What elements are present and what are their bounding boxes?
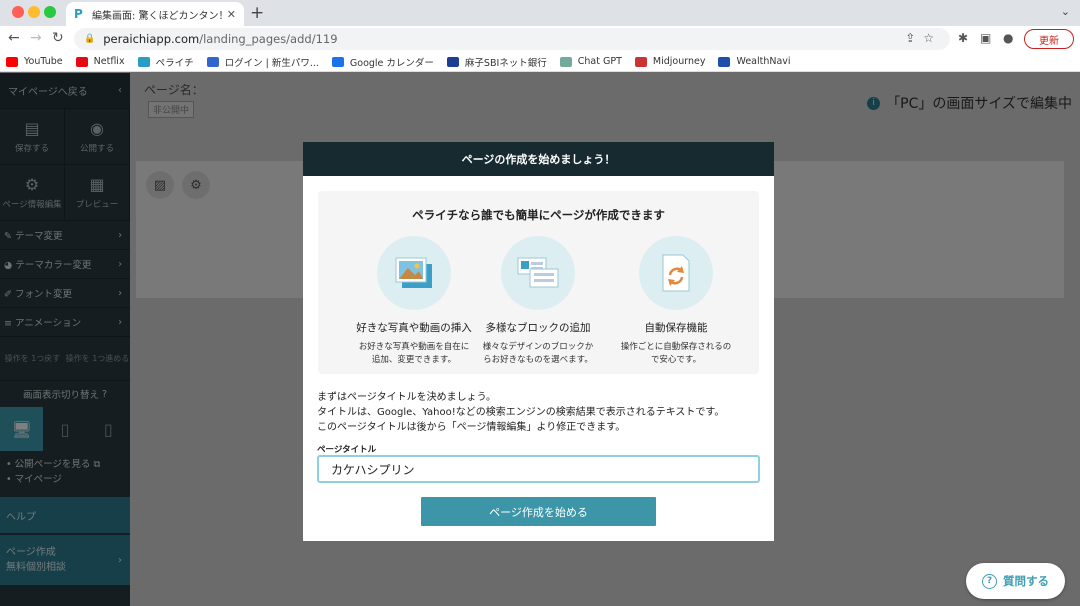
bookmark-item[interactable]: Google カレンダー <box>331 55 434 69</box>
tab-title: 編集画面: 驚くほどカンタン！無料 <box>92 10 223 22</box>
bookmark-label: Midjourney <box>652 56 706 67</box>
bookmark-item[interactable]: YouTube <box>6 56 63 67</box>
back-arrow-icon[interactable]: ← <box>8 30 20 46</box>
ask-question-button[interactable]: ? 質問する <box>966 563 1065 599</box>
start-creating-button[interactable]: ページ作成を始める <box>421 497 656 526</box>
bookmark-item[interactable]: Netflix <box>75 56 125 67</box>
browser-tab[interactable]: P 編集画面: 驚くほどカンタン！無料 ✕ <box>66 2 244 26</box>
bookmark-label: WealthNavi <box>736 56 791 67</box>
modal-header: ページの作成を始めましょう！ <box>303 142 774 176</box>
feature-desc-line1: 様々なデザインのブロックか <box>482 342 594 352</box>
feature-desc-line1: お好きな写真や動画を自在に <box>358 342 470 352</box>
reload-icon[interactable]: ↻ <box>52 30 64 46</box>
feature-desc-line2: で安心です。 <box>650 355 702 365</box>
autosave-icon <box>639 236 713 310</box>
bookmark-label: ログイン | 新生パワ... <box>224 57 319 69</box>
new-tab-button[interactable]: + <box>250 3 264 23</box>
bookmark-item[interactable]: Chat GPT <box>559 56 622 67</box>
address-bar[interactable]: 🔒 peraichiapp.com/landing_pages/add/119 … <box>74 28 950 50</box>
bookmark-item[interactable]: Midjourney <box>634 56 706 67</box>
extensions-icon[interactable]: ✱ <box>958 31 968 45</box>
wealthnavi-icon <box>718 56 731 67</box>
bookmark-item[interactable]: WealthNavi <box>718 56 791 67</box>
bookmark-label: Google カレンダー <box>349 57 434 69</box>
feature-desc-line1: 操作ごとに自動保存されるの <box>620 342 732 352</box>
update-button[interactable]: 更新 <box>1024 29 1074 49</box>
lock-icon: 🔒 <box>84 34 96 44</box>
zoom-window-button[interactable] <box>44 6 56 18</box>
bookmark-item[interactable]: ペライチ <box>137 55 194 69</box>
profile-avatar-icon[interactable]: ● <box>1003 31 1013 45</box>
intro-line3: このページタイトルは後から「ページ情報編集」より修正できます。 <box>317 422 626 433</box>
netflix-icon <box>75 56 88 67</box>
intro-line2: タイトルは、Google、Yahoo!などの検索エンジンの検索結果で表示されるテ… <box>317 407 725 418</box>
peraichi-favicon-icon: P <box>74 7 83 21</box>
bookmark-item[interactable]: ログイン | 新生パワ... <box>206 55 319 69</box>
bookmarks-bar: YouTube Netflix ペライチ ログイン | 新生パワ... Google カ… <box>0 52 1080 72</box>
feature-photo: 好きな写真や動画の挿入 お好きな写真や動画を自在に 追加、変更できます。 <box>344 236 484 367</box>
create-page-modal: ページの作成を始めましょう！ ペライチなら誰でも簡単にページが作成できます 好き… <box>303 142 774 541</box>
forward-arrow-icon[interactable]: → <box>30 30 42 46</box>
chatgpt-icon <box>559 56 572 67</box>
feature-desc: お好きな写真や動画を自在に 追加、変更できます。 <box>344 341 484 367</box>
ask-question-label: 質問する <box>1003 574 1049 588</box>
photo-video-icon <box>377 236 451 310</box>
feature-heading: ペライチなら誰でも簡単にページが作成できます <box>412 208 665 222</box>
feature-desc: 操作ごとに自動保存されるの で安心です。 <box>606 341 746 367</box>
feature-box: ペライチなら誰でも簡単にページが作成できます 好きな写真や動画の挿入 お好きな写… <box>318 191 759 374</box>
minimize-window-button[interactable] <box>28 6 40 18</box>
feature-desc-line2: 追加、変更できます。 <box>371 355 457 365</box>
close-tab-icon[interactable]: ✕ <box>227 8 236 21</box>
bank-icon <box>446 56 459 67</box>
feature-title: 好きな写真や動画の挿入 <box>356 322 472 334</box>
url-text: peraichiapp.com/landing_pages/add/119 <box>103 32 337 46</box>
url-path: /landing_pages/add/119 <box>199 32 338 46</box>
bookmark-item[interactable]: 麻子SBIネット銀行 <box>446 55 547 69</box>
browser-tabbar: P 編集画面: 驚くほどカンタン！無料 ✕ + ⌄ <box>0 0 1080 26</box>
feature-desc: 様々なデザインのブロックか らお好きなものを選べます。 <box>468 341 608 367</box>
feature-autosave: 自動保存機能 操作ごとに自動保存されるの で安心です。 <box>606 236 746 367</box>
bookmark-label: Netflix <box>93 56 125 67</box>
bookmark-label: Chat GPT <box>577 56 622 67</box>
intro-line1: まずはページタイトルを決めましょう。 <box>317 392 496 403</box>
blocks-icon <box>501 236 575 310</box>
login-icon <box>206 56 219 67</box>
browser-toolbar: ← → ↻ 🔒 peraichiapp.com/landing_pages/ad… <box>0 26 1080 52</box>
bookmark-label: YouTube <box>24 56 63 67</box>
share-bookmark-icons[interactable]: ⇪☆ <box>905 31 942 45</box>
side-panel-icon[interactable]: ▣ <box>980 31 991 45</box>
peraichi-icon <box>137 56 150 67</box>
feature-blocks: 多様なブロックの追加 様々なデザインのブロックか らお好きなものを選べます。 <box>468 236 608 367</box>
bookmark-label: 麻子SBIネット銀行 <box>464 57 547 69</box>
url-host: peraichiapp.com <box>103 32 200 46</box>
feature-title: 多様なブロックの追加 <box>485 322 591 334</box>
feature-desc-line2: らお好きなものを選べます。 <box>483 355 593 365</box>
bookmark-label: ペライチ <box>155 57 194 69</box>
feature-title: 自動保存機能 <box>644 322 708 334</box>
page-title-input[interactable] <box>317 455 760 483</box>
title-intro-text: まずはページタイトルを決めましょう。 タイトルは、Google、Yahoo!など… <box>317 390 724 435</box>
page-title-label: ページタイトル <box>317 445 377 455</box>
midjourney-icon <box>634 56 647 67</box>
youtube-icon <box>6 56 18 67</box>
tab-search-chevron-icon[interactable]: ⌄ <box>1061 5 1070 18</box>
close-window-button[interactable] <box>12 6 24 18</box>
calendar-icon <box>331 56 344 67</box>
question-icon: ? <box>982 573 997 589</box>
